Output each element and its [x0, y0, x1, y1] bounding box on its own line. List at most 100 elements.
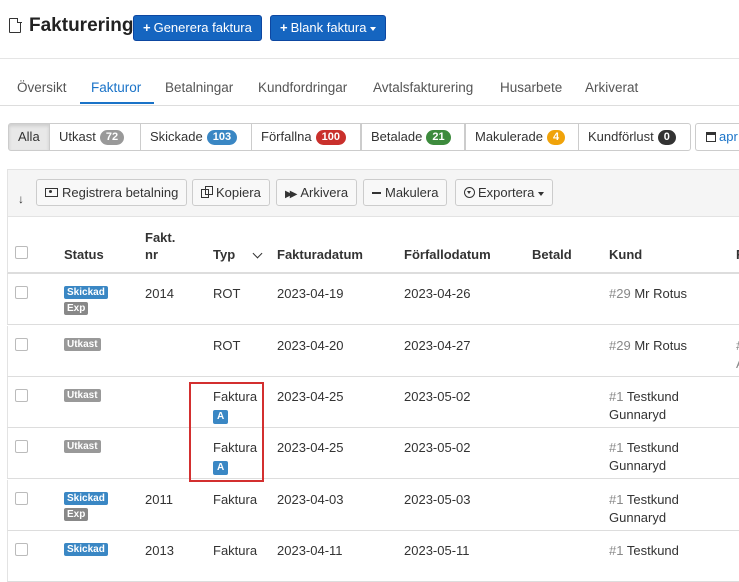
plus-icon: + [143, 20, 151, 35]
copy-icon [201, 186, 213, 198]
exp-badge: Exp [64, 302, 89, 315]
col-fakt-nr[interactable]: Fakt. nr [145, 229, 175, 263]
col-forfallodatum[interactable]: Förfallodatum [404, 246, 491, 263]
customer-name: Testkund [626, 440, 679, 455]
table-row[interactable]: Skickad Exp 2014 ROT 2023-04-19 2023-04-26 #29… [7, 274, 739, 325]
filter-alla[interactable]: Alla [8, 123, 50, 151]
highlight-box [189, 382, 264, 482]
due-date: 2023-05-02 [404, 389, 471, 404]
date-filter-button[interactable]: apr [695, 123, 739, 151]
filter-utkast[interactable]: Utkast 72 [49, 123, 149, 151]
status-badge: Skickad [64, 543, 108, 556]
main-tabs: Översikt Fakturor Betalningar Kundfordri… [0, 62, 739, 106]
count-badge: 103 [206, 130, 238, 145]
status-cell: Skickad [64, 543, 108, 559]
filter-forfallna[interactable]: Förfallna 100 [251, 123, 361, 151]
status-cell: Utkast [64, 338, 101, 354]
customer-number: #1 [609, 440, 624, 455]
row-checkbox[interactable] [15, 389, 28, 402]
table-row[interactable]: Utkast Faktura A 2023-04-25 2023-05-02 #1 Tes… [7, 377, 739, 428]
minus-icon [372, 192, 381, 194]
due-date: 2023-04-27 [404, 338, 471, 353]
sort-icon[interactable]: ↓ [18, 192, 24, 206]
customer-name-line2: Gunnaryd [609, 458, 667, 473]
type-cell: ROT [213, 286, 241, 301]
caret-down-icon [538, 191, 545, 196]
filter-skickade[interactable]: Skickade 103 [140, 123, 252, 151]
table-row[interactable]: Skickad Exp 2011 Faktura 2023-04-03 2023-05-0… [7, 480, 739, 531]
caret-down-icon [370, 26, 377, 31]
tab-fakturor[interactable]: Fakturor [91, 80, 141, 95]
status-badge: Skickad [64, 492, 108, 505]
row-checkbox[interactable] [15, 286, 28, 299]
count-badge: 4 [546, 130, 566, 145]
customer-name-line2: Gunnaryd [609, 407, 667, 422]
customer-number: #29 [609, 338, 631, 353]
tab-oversikt[interactable]: Översikt [17, 80, 67, 95]
count-badge: 0 [657, 130, 676, 145]
row-checkbox[interactable] [15, 492, 28, 505]
tab-kundfordringar[interactable]: Kundfordringar [258, 80, 347, 95]
export-button[interactable]: Exportera [455, 179, 554, 206]
col-typ[interactable]: Typ [213, 246, 235, 263]
row-checkbox[interactable] [15, 440, 28, 453]
calendar-icon [706, 132, 716, 142]
document-icon [9, 17, 22, 33]
type-cell: Faktura [213, 492, 258, 507]
customer-name: Testkund [626, 543, 679, 558]
copy-button[interactable]: Kopiera [192, 179, 270, 206]
row-checkbox[interactable] [15, 338, 28, 351]
chevron-down-icon[interactable] [252, 248, 263, 259]
customer-cell[interactable]: #1 Testkund Gunnaryd [609, 439, 679, 475]
col-status[interactable]: Status [64, 246, 104, 263]
filter-betalade[interactable]: Betalade 21 [361, 123, 465, 151]
invoice-date: 2023-04-25 [277, 440, 344, 455]
tab-husarbete[interactable]: Husarbete [500, 80, 562, 95]
customer-cell[interactable]: #1 Testkund [609, 542, 679, 560]
status-cell: Skickad Exp [64, 286, 108, 318]
customer-name: Testkund [626, 389, 679, 404]
select-all-checkbox[interactable] [15, 246, 28, 259]
count-badge: 72 [99, 130, 125, 145]
customer-name: Mr Rotus [634, 286, 688, 301]
table-row[interactable]: Utkast Faktura A 2023-04-25 2023-05-02 #1 Tes… [7, 428, 739, 479]
tab-arkiverat[interactable]: Arkiverat [585, 80, 638, 95]
invoice-number[interactable]: 2011 [145, 491, 173, 509]
invoice-date: 2023-04-19 [277, 286, 344, 301]
table-header: Status Fakt. nr Typ Fakturadatum Förfallo… [7, 217, 739, 274]
void-button[interactable]: Makulera [363, 179, 448, 206]
download-icon [464, 187, 475, 198]
filter-makulerade[interactable]: Makulerade 4 [465, 123, 579, 151]
customer-cell[interactable]: #1 Testkund Gunnaryd [609, 491, 679, 527]
tab-betalningar[interactable]: Betalningar [165, 80, 233, 95]
status-badge: Utkast [64, 440, 101, 453]
status-badge: Skickad [64, 286, 108, 299]
cash-icon [45, 188, 58, 197]
due-date: 2023-05-02 [404, 440, 471, 455]
register-payment-button[interactable]: Registrera betalning [36, 179, 188, 206]
invoice-number[interactable]: 2014 [145, 285, 174, 303]
tab-avtalsfakturering[interactable]: Avtalsfakturering [373, 80, 473, 95]
col-kund[interactable]: Kund [609, 246, 642, 263]
archive-button[interactable]: ▶▶ Arkivera [276, 179, 358, 206]
invoice-date: 2023-04-11 [277, 543, 343, 558]
col-betald[interactable]: Betald [532, 246, 572, 263]
blank-invoice-button[interactable]: + Blank faktura [270, 15, 387, 41]
invoice-number[interactable]: 2013 [145, 542, 174, 560]
customer-number: #1 [609, 389, 624, 404]
table-row[interactable]: Skickad 2013 Faktura 2023-04-11 2023-05-11 #1… [7, 531, 739, 582]
row-checkbox[interactable] [15, 543, 28, 556]
due-date: 2023-04-26 [404, 286, 471, 301]
table-row[interactable]: Utkast ROT 2023-04-20 2023-04-27 #29 Mr Rotu… [7, 326, 739, 377]
count-badge: 21 [426, 130, 451, 145]
generate-invoice-button[interactable]: + Generera faktura [133, 15, 262, 41]
customer-cell[interactable]: #29 Mr Rotus [609, 285, 687, 303]
col-fakturadatum[interactable]: Fakturadatum [277, 246, 363, 263]
customer-name-line2: Gunnaryd [609, 510, 667, 525]
filter-kundforlust[interactable]: Kundförlust 0 [578, 123, 691, 151]
invoice-date: 2023-04-25 [277, 389, 344, 404]
exp-badge: Exp [64, 508, 89, 521]
type-cell: Faktura [213, 543, 258, 558]
customer-cell[interactable]: #29 Mr Rotus [609, 337, 687, 355]
customer-cell[interactable]: #1 Testkund Gunnaryd [609, 388, 679, 424]
